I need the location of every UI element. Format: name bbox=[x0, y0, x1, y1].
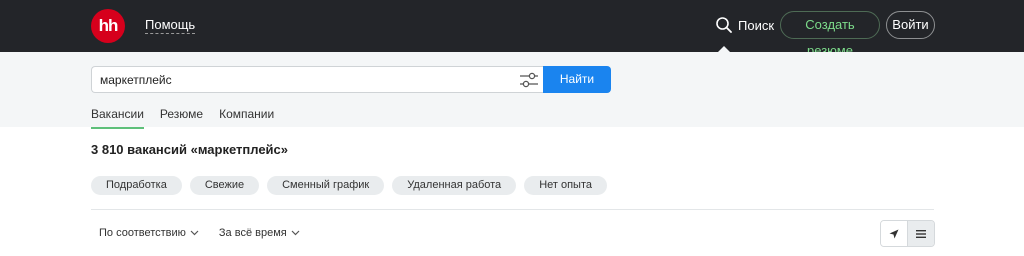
tab-vacancies[interactable]: Вакансии bbox=[91, 107, 144, 129]
chip-remote-work[interactable]: Удаленная работа bbox=[392, 176, 517, 195]
map-view-button[interactable] bbox=[881, 221, 908, 246]
chip-shift-schedule[interactable]: Сменный график bbox=[267, 176, 385, 195]
search-panel: Найти Вакансии Резюме Компании bbox=[0, 52, 1024, 129]
create-resume-button[interactable]: Создать резюме bbox=[780, 11, 880, 58]
search-nav-label: Поиск bbox=[738, 17, 775, 33]
tab-resumes[interactable]: Резюме bbox=[160, 107, 203, 127]
help-link[interactable]: Помощь bbox=[145, 17, 196, 34]
search-nav-item[interactable]: Поиск bbox=[716, 15, 774, 35]
chip-fresh[interactable]: Свежие bbox=[189, 176, 260, 195]
list-view-button[interactable] bbox=[907, 221, 934, 246]
sort-relevance-dropdown[interactable]: По соответствию bbox=[99, 227, 199, 239]
sort-controls: По соответствию За всё время bbox=[99, 227, 320, 239]
results-title: 3 810 вакансий «маркетплейс» bbox=[91, 142, 289, 157]
chip-part-time[interactable]: Подработка bbox=[91, 176, 182, 195]
list-icon bbox=[916, 229, 927, 238]
search-tabs: Вакансии Резюме Компании bbox=[91, 107, 290, 129]
search-input[interactable] bbox=[100, 67, 500, 92]
map-arrow-icon bbox=[889, 229, 899, 238]
top-navigation-bar: hh Помощь Поиск Создать резюме Войти bbox=[0, 0, 1024, 58]
quick-filters: Подработка Свежие Сменный график Удаленн… bbox=[91, 176, 615, 195]
search-box bbox=[91, 66, 543, 93]
view-toggle bbox=[880, 220, 935, 247]
hh-logo[interactable]: hh bbox=[91, 9, 125, 43]
chevron-down-icon bbox=[190, 230, 199, 236]
sort-period-label: За всё время bbox=[218, 227, 287, 239]
search-icon bbox=[716, 17, 732, 33]
tab-companies[interactable]: Компании bbox=[219, 107, 274, 127]
filter-sliders-icon[interactable] bbox=[519, 72, 539, 88]
sort-relevance-label: По соответствию bbox=[99, 227, 186, 239]
login-button[interactable]: Войти bbox=[886, 11, 935, 39]
divider bbox=[91, 209, 934, 210]
chevron-down-icon bbox=[291, 230, 300, 236]
find-button[interactable]: Найти bbox=[543, 66, 611, 93]
sort-period-dropdown[interactable]: За всё время bbox=[219, 227, 300, 239]
chip-no-experience[interactable]: Нет опыта bbox=[524, 176, 607, 195]
